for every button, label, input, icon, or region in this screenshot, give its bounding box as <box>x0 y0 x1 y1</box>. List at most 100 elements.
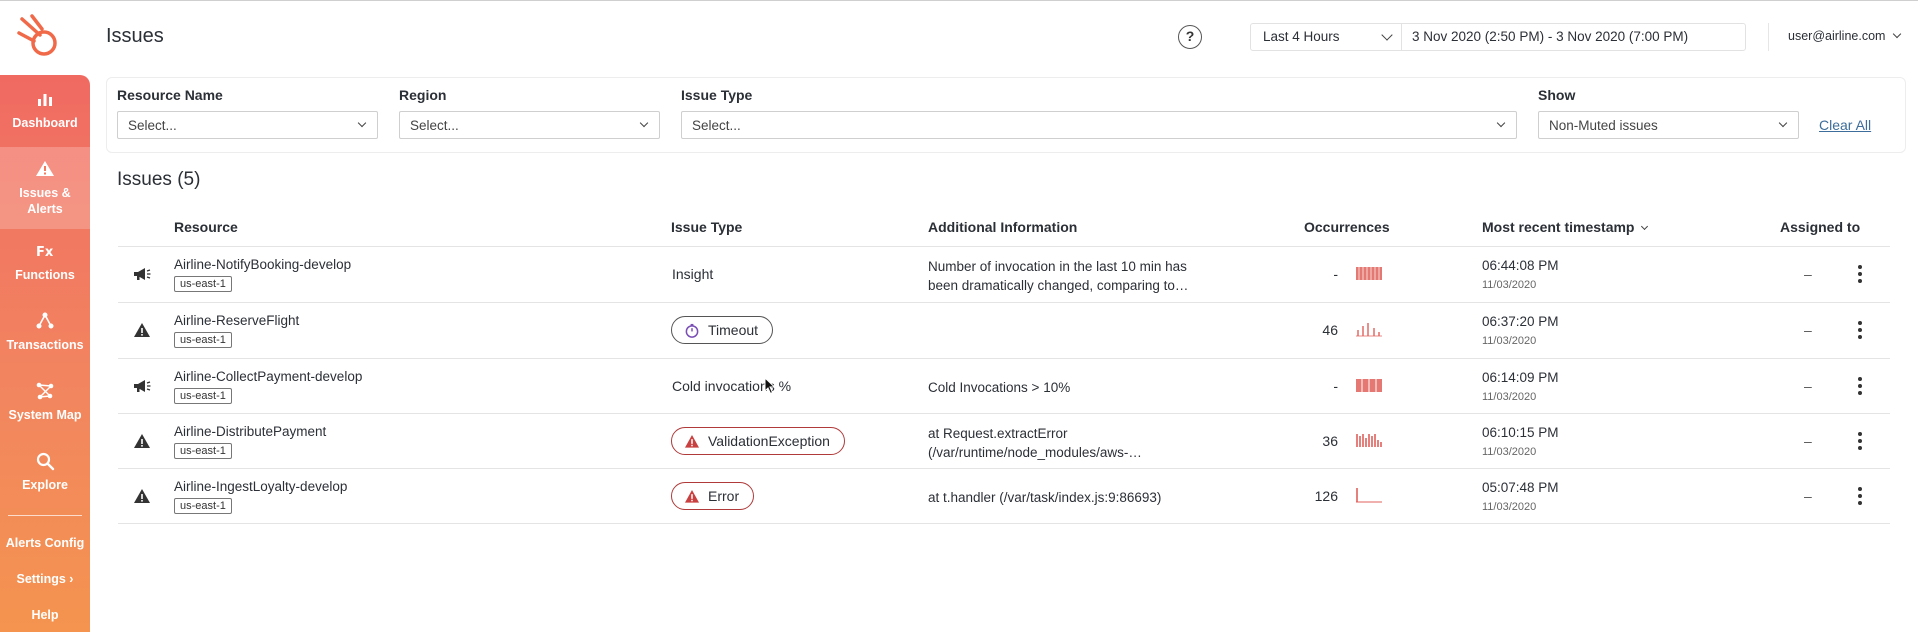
time-range-display[interactable]: 3 Nov 2020 (2:50 PM) - 3 Nov 2020 (7:00 … <box>1412 29 1688 44</box>
issue-type: Timeout <box>708 322 759 338</box>
warning-icon <box>36 161 54 176</box>
table-row[interactable]: Airline-NotifyBooking-develop us-east-1 … <box>118 247 1890 302</box>
row-menu-icon[interactable] <box>1854 485 1866 507</box>
row-menu-icon[interactable] <box>1854 430 1866 452</box>
timestamp-date: 11/03/2020 <box>1482 446 1537 458</box>
occurrences-count: 36 <box>1322 433 1338 449</box>
table-row[interactable]: Airline-ReserveFlight us-east-1 Timeout … <box>118 303 1890 358</box>
issue-type: ValidationException <box>708 433 830 449</box>
error-warning-icon <box>684 434 700 448</box>
occurrences-count: 46 <box>1322 322 1338 338</box>
chevron-down-icon <box>639 118 649 128</box>
table-row[interactable]: Airline-DistributePayment us-east-1 Vali… <box>118 414 1890 469</box>
sidebar-item-label: Transactions <box>6 338 84 352</box>
megaphone-icon <box>134 268 151 280</box>
sidebar-link-help[interactable]: Help <box>0 608 90 622</box>
resource-name[interactable]: Airline-IngestLoyalty-develop <box>174 479 347 494</box>
warning-icon <box>134 489 150 503</box>
svg-text:Fx: Fx <box>36 245 54 260</box>
sidebar: Dashboard Issues & Alerts Fx Functions T… <box>0 75 90 632</box>
occurrences-count: - <box>1333 266 1338 282</box>
clear-all-link[interactable]: Clear All <box>1819 117 1871 133</box>
stopwatch-icon <box>685 323 699 338</box>
assigned-to[interactable]: – <box>1804 266 1812 282</box>
show-select[interactable]: Non-Muted issues <box>1538 111 1799 139</box>
mouse-cursor-icon <box>764 377 776 395</box>
sidebar-item-label: Explore <box>22 478 68 492</box>
assigned-to[interactable]: – <box>1804 322 1812 338</box>
error-warning-icon <box>684 489 700 503</box>
assigned-to[interactable]: – <box>1804 378 1812 394</box>
app-root: Dashboard Issues & Alerts Fx Functions T… <box>0 0 1918 632</box>
resource-name[interactable]: Airline-CollectPayment-develop <box>174 369 362 384</box>
row-divider <box>118 523 1890 524</box>
sidebar-item-explore[interactable]: Explore <box>0 451 90 511</box>
help-button[interactable]: ? <box>1178 25 1202 49</box>
region-tag: us-east-1 <box>174 276 232 292</box>
region-tag: us-east-1 <box>174 443 232 459</box>
region-tag: us-east-1 <box>174 498 232 514</box>
chevron-down-icon <box>357 118 367 128</box>
header-divider <box>1768 23 1769 51</box>
time-preset-value: Last 4 Hours <box>1263 29 1340 44</box>
megaphone-icon <box>134 380 151 392</box>
column-header-timestamp[interactable]: Most recent timestamp <box>1482 219 1649 235</box>
search-icon <box>36 452 55 471</box>
warning-icon <box>134 434 150 448</box>
resource-name-select[interactable]: Select... <box>117 111 378 139</box>
sidebar-link-alerts-config[interactable]: Alerts Config <box>0 536 90 550</box>
nodes-icon <box>36 312 54 329</box>
warning-icon <box>134 323 150 337</box>
issue-type-pill[interactable]: Error <box>671 482 755 510</box>
sidebar-item-transactions[interactable]: Transactions <box>0 311 90 371</box>
additional-info: at t.handler (/var/task/index.js:9:86693… <box>928 490 1162 505</box>
chevron-down-icon <box>1381 29 1393 41</box>
resource-name[interactable]: Airline-ReserveFlight <box>174 313 299 328</box>
column-header-resource[interactable]: Resource <box>174 219 238 235</box>
sidebar-item-issues-alerts[interactable]: Issues & Alerts <box>0 147 90 229</box>
chevron-down-icon <box>1892 29 1902 39</box>
bar-chart-icon <box>38 94 52 106</box>
sidebar-link-settings[interactable]: Settings › <box>0 572 90 586</box>
occurrences-count: - <box>1333 378 1338 394</box>
column-header-additional[interactable]: Additional Information <box>928 219 1077 235</box>
user-email: user@airline.com <box>1788 29 1886 43</box>
time-preset-select[interactable]: Last 4 Hours <box>1251 24 1402 50</box>
sidebar-item-functions[interactable]: Fx Functions <box>0 241 90 301</box>
resource-name[interactable]: Airline-NotifyBooking-develop <box>174 257 351 272</box>
table-row[interactable]: Airline-IngestLoyalty-develop us-east-1 … <box>118 469 1890 524</box>
column-header-occurrences[interactable]: Occurrences <box>1304 219 1390 235</box>
timestamp-time: 06:37:20 PM <box>1482 314 1559 329</box>
column-header-assigned[interactable]: Assigned to <box>1780 219 1860 235</box>
additional-info: Cold Invocations > 10% <box>928 380 1071 395</box>
row-menu-icon[interactable] <box>1854 319 1866 341</box>
timestamp-time: 05:07:48 PM <box>1482 480 1559 495</box>
assigned-to[interactable]: – <box>1804 488 1812 504</box>
sidebar-item-label: System Map <box>8 408 82 422</box>
occurrences-count: 126 <box>1314 488 1338 504</box>
occurrences-sparkline <box>1356 323 1382 337</box>
issue-type: Error <box>708 488 740 504</box>
select-placeholder: Select... <box>410 118 459 133</box>
select-value: Non-Muted issues <box>1549 118 1658 133</box>
resource-name[interactable]: Airline-DistributePayment <box>174 424 326 439</box>
sidebar-item-label: Functions <box>15 268 75 282</box>
table-row[interactable]: Airline-CollectPayment-develop us-east-1… <box>118 359 1890 414</box>
row-menu-icon[interactable] <box>1854 375 1866 397</box>
logo-icon[interactable] <box>16 13 66 63</box>
region-select[interactable]: Select... <box>399 111 660 139</box>
issue-type-pill[interactable]: Timeout <box>671 316 774 344</box>
row-menu-icon[interactable] <box>1854 263 1866 285</box>
column-header-issue-type[interactable]: Issue Type <box>671 219 742 235</box>
issue-type-select[interactable]: Select... <box>681 111 1517 139</box>
timestamp-date: 11/03/2020 <box>1482 279 1537 291</box>
sidebar-item-dashboard[interactable]: Dashboard <box>0 89 90 149</box>
timestamp-date: 11/03/2020 <box>1482 391 1537 403</box>
occurrences-sparkline <box>1356 488 1382 503</box>
user-menu[interactable]: user@airline.com <box>1788 29 1902 43</box>
occurrences-sparkline <box>1356 379 1382 392</box>
issue-type-pill[interactable]: ValidationException <box>671 427 845 455</box>
sidebar-item-system-map[interactable]: System Map <box>0 381 90 441</box>
assigned-to[interactable]: – <box>1804 433 1812 449</box>
map-icon <box>36 382 54 400</box>
